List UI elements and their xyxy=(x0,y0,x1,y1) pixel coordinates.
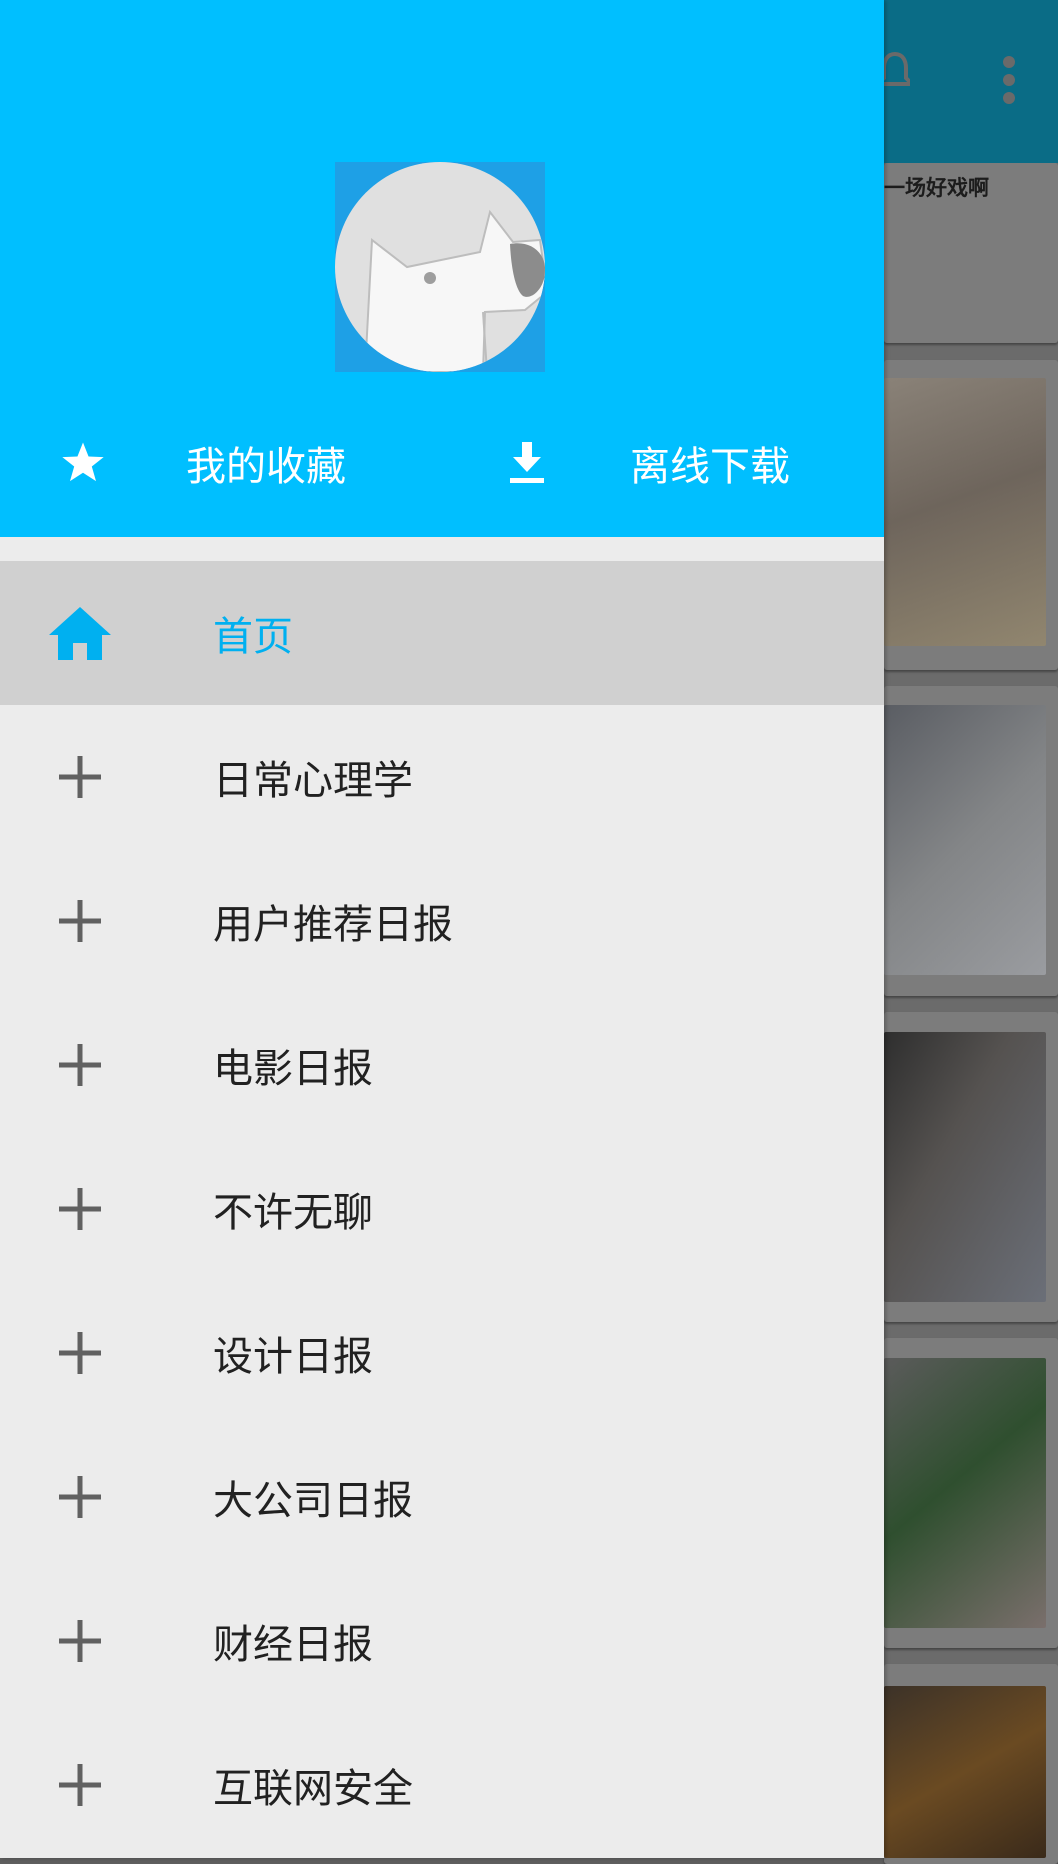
favorites-button[interactable]: 我的收藏 xyxy=(48,428,346,498)
menu-item-user-recommended[interactable]: 用户推荐日报 xyxy=(0,849,884,993)
feed-card-image xyxy=(884,1358,1046,1628)
home-icon xyxy=(46,603,114,663)
offline-download-label: 离线下载 xyxy=(630,444,790,490)
feed-card-image xyxy=(884,705,1046,975)
menu-item-home[interactable]: 首页 xyxy=(0,561,884,705)
plus-icon[interactable] xyxy=(46,747,114,807)
menu-item-label: 不许无聊 xyxy=(213,1190,373,1236)
feed-card-image xyxy=(884,1032,1046,1302)
menu-item-daily-psychology[interactable]: 日常心理学 xyxy=(0,705,884,849)
feed-card-title: 一场好戏啊 xyxy=(884,176,989,200)
menu-item-movie-daily[interactable]: 电影日报 xyxy=(0,993,884,1137)
menu-item-label: 大公司日报 xyxy=(213,1478,413,1524)
menu-item-label: 设计日报 xyxy=(213,1334,373,1380)
plus-icon[interactable] xyxy=(46,1755,114,1815)
menu-item-label: 用户推荐日报 xyxy=(213,902,453,948)
menu-item-label: 互联网安全 xyxy=(213,1766,413,1812)
more-vert-icon[interactable] xyxy=(1000,56,1018,106)
feed-card-image xyxy=(884,378,1046,646)
plus-icon[interactable] xyxy=(46,891,114,951)
dog-avatar-icon xyxy=(335,162,545,372)
download-icon xyxy=(492,428,562,498)
plus-icon[interactable] xyxy=(46,1467,114,1527)
notifications-icon[interactable] xyxy=(880,52,910,90)
menu-item-big-company-daily[interactable]: 大公司日报 xyxy=(0,1425,884,1569)
menu-item-finance-daily[interactable]: 财经日报 xyxy=(0,1569,884,1713)
menu-item-label: 财经日报 xyxy=(213,1622,373,1668)
star-icon xyxy=(48,428,118,498)
plus-icon[interactable] xyxy=(46,1323,114,1383)
navigation-drawer: 我的收藏 离线下载 首页 日常心理学 用户推荐日报 电影日报 不许无聊 设计日报… xyxy=(0,0,884,1858)
drawer-header: 我的收藏 离线下载 xyxy=(0,0,884,537)
menu-item-label: 日常心理学 xyxy=(213,758,413,804)
menu-item-label: 首页 xyxy=(213,614,293,660)
avatar[interactable] xyxy=(335,162,545,372)
favorites-label: 我的收藏 xyxy=(186,444,346,490)
plus-icon[interactable] xyxy=(46,1035,114,1095)
plus-icon[interactable] xyxy=(46,1611,114,1671)
menu-item-internet-security[interactable]: 互联网安全 xyxy=(0,1713,884,1857)
menu-item-label: 电影日报 xyxy=(213,1046,373,1092)
drawer-menu: 首页 日常心理学 用户推荐日报 电影日报 不许无聊 设计日报 大公司日报 财经日… xyxy=(0,561,884,1857)
menu-item-no-boredom[interactable]: 不许无聊 xyxy=(0,1137,884,1281)
menu-item-design-daily[interactable]: 设计日报 xyxy=(0,1281,884,1425)
feed-card-image xyxy=(884,1686,1046,1858)
offline-download-button[interactable]: 离线下载 xyxy=(492,428,790,498)
plus-icon[interactable] xyxy=(46,1179,114,1239)
